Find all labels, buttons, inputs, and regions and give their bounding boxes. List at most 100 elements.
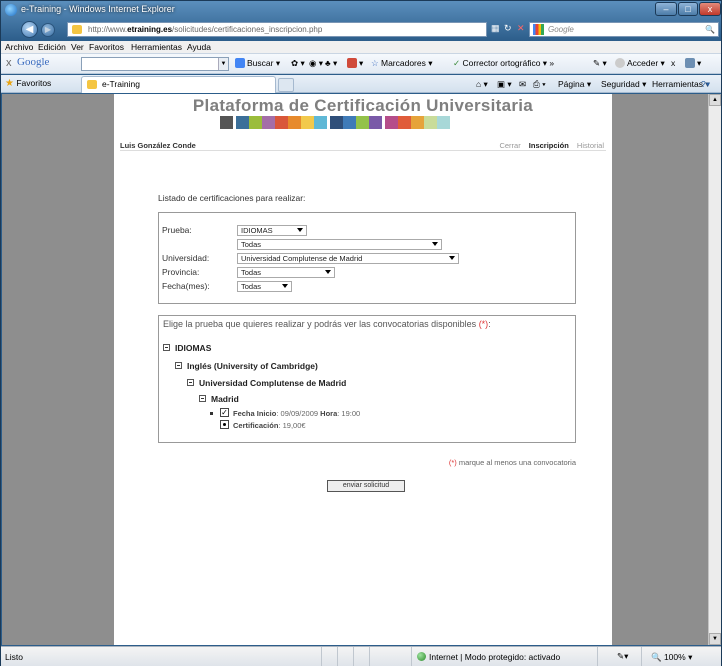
bullet-icon (210, 412, 213, 415)
compat-icon[interactable]: ▦ (491, 23, 500, 34)
banner-block (236, 116, 249, 129)
tree-node-idiomas[interactable]: IDIOMAS (163, 343, 211, 353)
chevron-down-icon (282, 284, 288, 288)
send-request-button[interactable]: enviar solicitud (327, 480, 405, 492)
banner-block (314, 116, 327, 129)
tab-etraining[interactable]: e-Training (81, 76, 276, 93)
acceder-button[interactable]: Acceder ▾ (615, 58, 665, 69)
menu-herramientas[interactable]: Herramientas (131, 42, 182, 52)
pagina-label: Página (558, 79, 585, 89)
fecha-select[interactable]: Todas (237, 281, 292, 292)
corrector-button[interactable]: ✓ Corrector ortográfico ▾ » (453, 58, 554, 69)
scroll-up-icon[interactable]: ▲ (709, 94, 721, 106)
collapse-icon[interactable] (175, 362, 182, 369)
chevron-down-icon[interactable]: ▼ (218, 58, 228, 70)
menu-ayuda[interactable]: Ayuda (187, 42, 211, 52)
link-inscripcion[interactable]: Inscripción (529, 141, 569, 150)
convocatoria-checkbox[interactable]: ✓ (220, 408, 229, 417)
subprueba-value: Todas (241, 240, 262, 249)
close-button[interactable]: x (699, 2, 721, 16)
collapse-icon[interactable] (199, 395, 206, 402)
banner-block (275, 116, 288, 129)
forward-button[interactable]: ▶ (41, 23, 55, 37)
universidad-label: Universidad: (162, 253, 210, 263)
link-cerrar[interactable]: Cerrar (499, 141, 520, 150)
favoritos-button[interactable]: ★ Favoritos (5, 78, 51, 89)
menu-archivo[interactable]: Archivo (5, 42, 33, 52)
chevron-down-icon (432, 242, 438, 246)
news-icon[interactable]: ✿ ▾ (291, 58, 305, 69)
universidad-select[interactable]: Universidad Complutense de Madrid (237, 253, 459, 264)
back-button[interactable]: ◀ (21, 21, 38, 38)
vertical-scrollbar[interactable]: ▲ ▼ (708, 94, 721, 645)
url-domain: etraining.es (127, 25, 173, 34)
banner-block (356, 116, 369, 129)
required-note: (*) marque al menos una convocatoria (449, 458, 576, 467)
user-icon (615, 58, 625, 68)
search-box[interactable]: Google 🔍 (529, 22, 719, 37)
menu-ver[interactable]: Ver (71, 42, 84, 52)
acceder-label: Acceder (627, 58, 659, 68)
popup-blocker-icon[interactable]: ▾ (347, 58, 363, 69)
close-toolbar-icon[interactable]: x (671, 58, 675, 68)
stop-icon[interactable]: ✕ (517, 23, 525, 34)
herramientas-label: Herramientas (652, 79, 704, 89)
banner-block (249, 116, 262, 129)
collapse-icon[interactable] (163, 344, 170, 351)
provincia-value: Todas (241, 268, 262, 277)
divider (120, 150, 606, 151)
scroll-down-icon[interactable]: ▼ (709, 633, 721, 645)
link-historial[interactable]: Historial (577, 141, 604, 150)
note-text: marque al menos una convocatoria (456, 458, 576, 467)
tab-label: e-Training (102, 79, 140, 89)
security-zone[interactable]: Internet | Modo protegido: activado (417, 652, 560, 662)
site-title: Plataforma de Certificación Universitari… (192, 96, 534, 115)
search-icon[interactable]: 🔍 (705, 23, 715, 36)
banner-block (385, 116, 398, 129)
wrench-icon[interactable]: ✎ ▾ (593, 58, 607, 69)
buscar-button[interactable]: Buscar ▾ (235, 58, 280, 69)
note-mark: (*) (448, 458, 457, 467)
toolbar-close-icon[interactable]: x (6, 57, 12, 69)
people-icon[interactable]: ♣ ▾ (325, 58, 337, 69)
banner-block (398, 116, 411, 129)
feeds-icon[interactable]: ▣ ▾ (497, 79, 512, 90)
tools-icon[interactable]: ✎▾ (617, 651, 628, 662)
url-prefix: http://www. (88, 25, 128, 34)
home-icon[interactable]: ⌂ ▾ (476, 79, 488, 90)
print-icon[interactable]: ⎙ ▾ (533, 79, 546, 90)
maximize-button[interactable]: □ (678, 2, 698, 16)
browser-window: e-Training - Windows Internet Explorer –… (0, 0, 722, 666)
menu-favoritos[interactable]: Favoritos (89, 42, 124, 52)
seguridad-menu[interactable]: Seguridad ▾ (601, 79, 646, 90)
title-bar[interactable]: e-Training - Windows Internet Explorer –… (1, 1, 721, 19)
mail-icon[interactable]: ✉ (519, 79, 526, 90)
tree-node-universidad[interactable]: Universidad Complutense de Madrid (187, 378, 346, 388)
google-search-input[interactable]: ▼ (81, 57, 229, 71)
instructions-end: : (488, 319, 491, 329)
refresh-icon[interactable]: ↻ (504, 23, 512, 34)
google-icon (533, 24, 544, 35)
provincia-select[interactable]: Todas (237, 267, 335, 278)
help-icon[interactable]: ?▾ (701, 79, 710, 90)
marcadores-button[interactable]: ☆ Marcadores ▾ (371, 58, 433, 69)
plus-icon[interactable]: ◉ ▾ (309, 58, 323, 69)
tree-node-madrid[interactable]: Madrid (199, 394, 239, 404)
tree-label-ingles: Inglés (University of Cambridge) (187, 361, 318, 371)
collapse-icon[interactable] (187, 379, 194, 386)
star-icon: ☆ (371, 58, 381, 68)
addon-icon[interactable]: ▾ (685, 58, 701, 69)
new-tab-button[interactable] (278, 78, 294, 92)
minimize-button[interactable]: – (655, 2, 677, 16)
address-bar[interactable]: http://www.etraining.es/solicitudes/cert… (67, 22, 487, 37)
subprueba-select[interactable]: Todas (237, 239, 442, 250)
zoom-control[interactable]: 🔍 100% ▾ (651, 652, 692, 663)
address-dropdown-icon[interactable]: ▾ (479, 23, 484, 34)
certificacion-radio[interactable] (220, 420, 229, 429)
tree-node-ingles[interactable]: Inglés (University of Cambridge) (175, 361, 318, 371)
prueba-select[interactable]: IDIOMAS (237, 225, 307, 236)
menu-edicion[interactable]: Edición (38, 42, 66, 52)
pagina-menu[interactable]: Página ▾ (558, 79, 591, 90)
tree-label-madrid: Madrid (211, 394, 239, 404)
zone-text: Internet | Modo protegido: activado (429, 652, 561, 662)
